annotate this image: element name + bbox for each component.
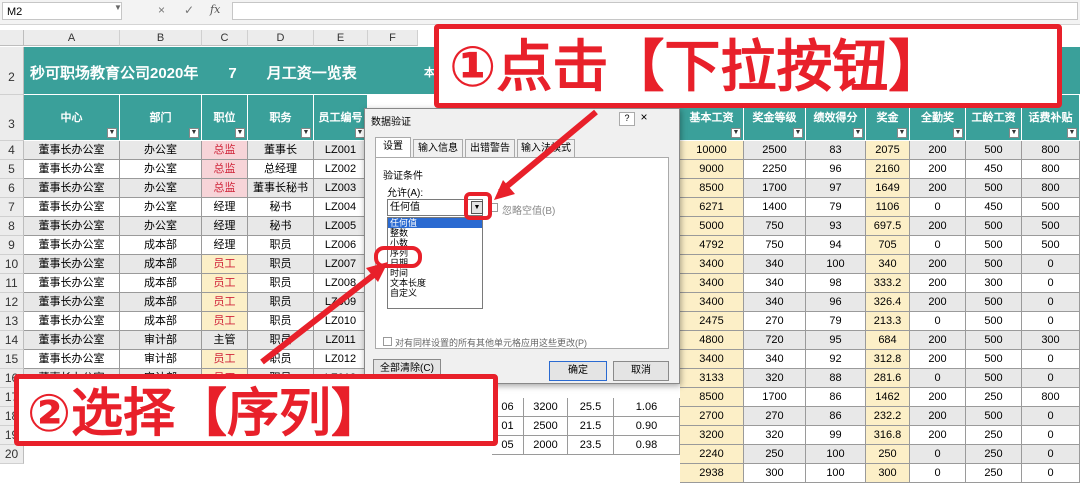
table-cell[interactable]: 250 xyxy=(966,445,1022,464)
table-cell[interactable]: 0 xyxy=(910,445,966,464)
table-cell[interactable]: 300 xyxy=(744,464,806,483)
table-cell[interactable]: 250 xyxy=(744,445,806,464)
arrow-line xyxy=(498,109,598,195)
table-cell[interactable]: 100 xyxy=(806,445,866,464)
table-cell[interactable]: 2240 xyxy=(680,445,744,464)
step2-callout: ②选择【序列】 xyxy=(14,374,498,446)
table-cell[interactable]: 250 xyxy=(866,445,910,464)
arrow-line xyxy=(260,267,382,365)
dropdown-highlight xyxy=(464,192,492,220)
table-cell[interactable]: 2938 xyxy=(680,464,744,483)
table-cell[interactable]: 0 xyxy=(1022,445,1080,464)
table-cell[interactable]: 100 xyxy=(806,464,866,483)
list-option-highlight xyxy=(374,246,422,268)
row-header[interactable]: 20 xyxy=(0,445,24,464)
table-cell[interactable]: 0 xyxy=(910,464,966,483)
table-cell[interactable]: 300 xyxy=(866,464,910,483)
step1-text: ①点击【下拉按钮】 xyxy=(449,35,945,98)
step2-text: ②选择【序列】 xyxy=(27,385,384,443)
table-cell[interactable]: 250 xyxy=(966,464,1022,483)
step1-callout: ①点击【下拉按钮】 xyxy=(434,24,1062,108)
table-cell[interactable]: 0 xyxy=(1022,464,1080,483)
